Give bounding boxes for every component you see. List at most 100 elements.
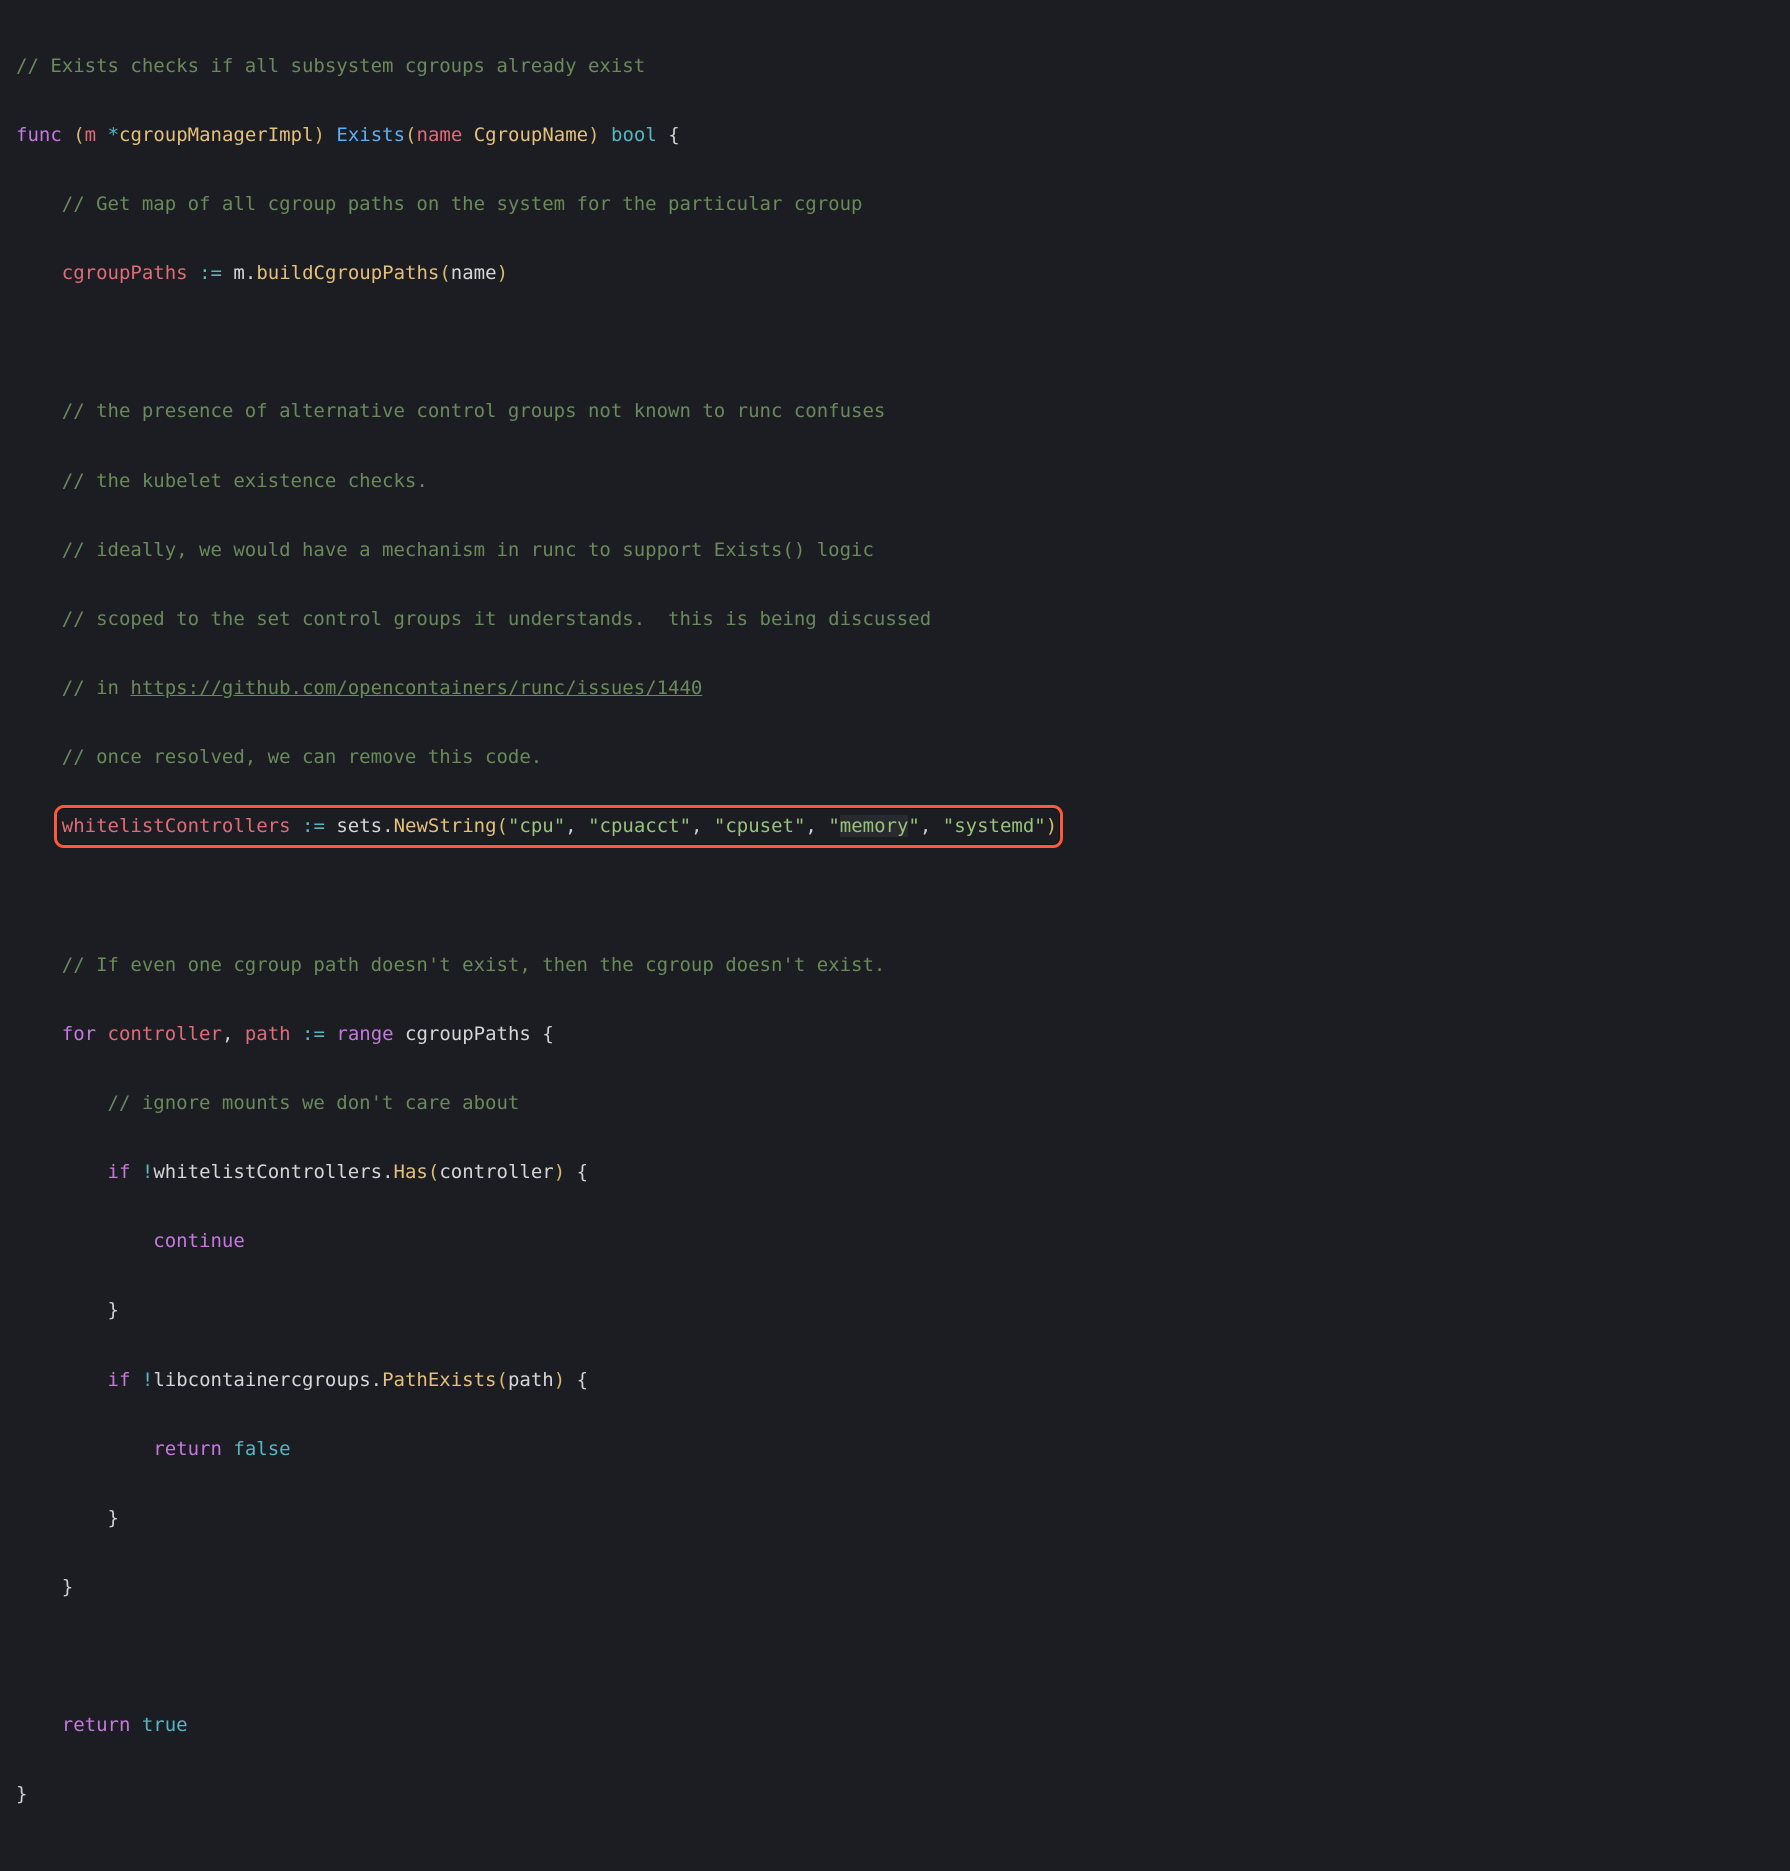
not-op: ! <box>142 1369 153 1391</box>
brace: { <box>577 1161 588 1183</box>
paren: ( <box>405 124 416 146</box>
code-editor[interactable]: // Exists checks if all subsystem cgroup… <box>0 0 1790 1871</box>
comment-text: // ignore mounts we don't care about <box>108 1092 520 1114</box>
return-type: bool <box>611 124 657 146</box>
receiver-type: cgroupManagerImpl <box>119 124 313 146</box>
brace: { <box>542 1023 553 1045</box>
comment-text: // in https://github.com/opencontainers/… <box>62 677 703 699</box>
keyword-if: if <box>108 1369 131 1391</box>
comment-text: // scoped to the set control groups it u… <box>62 608 931 630</box>
string-quote: " <box>908 815 919 837</box>
keyword-for: for <box>62 1023 96 1045</box>
keyword-return: return <box>62 1714 131 1736</box>
short-decl-op: := <box>302 1023 325 1045</box>
string-literal: "memory" <box>828 815 920 837</box>
pkg: libcontainercgroups <box>153 1369 370 1391</box>
code-line: // the presence of alternative control g… <box>16 394 1774 429</box>
code-line: // If even one cgroup path doesn't exist… <box>16 948 1774 983</box>
star-op: * <box>108 124 119 146</box>
code-line: // Exists checks if all subsystem cgroup… <box>16 49 1774 84</box>
code-line: } <box>16 1570 1774 1605</box>
arg: name <box>451 262 497 284</box>
paren: ( <box>428 1161 439 1183</box>
paren: ) <box>314 124 325 146</box>
code-line: continue <box>16 1224 1774 1259</box>
code-line: // Get map of all cgroup paths on the sy… <box>16 187 1774 222</box>
code-line: } <box>16 1293 1774 1328</box>
paren: ( <box>497 1369 508 1391</box>
param-name: name <box>417 124 463 146</box>
comment-link[interactable]: https://github.com/opencontainers/runc/i… <box>130 677 702 699</box>
code-line: // in https://github.com/opencontainers/… <box>16 671 1774 706</box>
keyword-return: return <box>153 1438 222 1460</box>
receiver-var: m <box>85 124 96 146</box>
brace: } <box>62 1576 73 1598</box>
string-literal: "cpu" <box>508 815 565 837</box>
string-quote: " <box>828 815 839 837</box>
code-line: // scoped to the set control groups it u… <box>16 602 1774 637</box>
not-op: ! <box>142 1161 153 1183</box>
bool-false: false <box>233 1438 290 1460</box>
comma: , <box>565 815 588 837</box>
code-line: for controller, path := range cgroupPath… <box>16 1017 1774 1052</box>
arg: path <box>508 1369 554 1391</box>
blank-line <box>16 878 1774 913</box>
comma: , <box>222 1023 245 1045</box>
comment-text: // If even one cgroup path doesn't exist… <box>62 954 886 976</box>
code-line: // the kubelet existence checks. <box>16 464 1774 499</box>
arg: controller <box>439 1161 553 1183</box>
comment-text: // once resolved, we can remove this cod… <box>62 746 542 768</box>
brace: } <box>16 1783 27 1805</box>
dot: . <box>382 815 393 837</box>
code-line: // once resolved, we can remove this cod… <box>16 740 1774 775</box>
brace: } <box>108 1507 119 1529</box>
loop-var: path <box>245 1023 291 1045</box>
dot: . <box>371 1369 382 1391</box>
brace: } <box>108 1299 119 1321</box>
short-decl-op: := <box>302 815 325 837</box>
code-line: return false <box>16 1432 1774 1467</box>
code-line: if !whitelistControllers.Has(controller)… <box>16 1155 1774 1190</box>
code-line: } <box>16 1777 1774 1812</box>
paren: ) <box>497 262 508 284</box>
func-call: PathExists <box>382 1369 496 1391</box>
keyword-if: if <box>108 1161 131 1183</box>
pkg: sets <box>336 815 382 837</box>
code-line-highlighted: whitelistControllers := sets.NewString("… <box>16 809 1774 844</box>
short-decl-op: := <box>199 262 222 284</box>
ident: m <box>233 262 244 284</box>
paren: ) <box>588 124 599 146</box>
ident: whitelistControllers <box>153 1161 382 1183</box>
function-name: Exists <box>336 124 405 146</box>
comma: , <box>805 815 828 837</box>
paren: ) <box>554 1161 565 1183</box>
bool-true: true <box>142 1714 188 1736</box>
comment-text: // Get map of all cgroup paths on the sy… <box>62 193 863 215</box>
paren: ) <box>1046 815 1057 837</box>
var-name: cgroupPaths <box>62 262 188 284</box>
selection-highlight: memory <box>840 815 909 837</box>
string-literal: "cpuset" <box>714 815 806 837</box>
comment-prefix: // in <box>62 677 131 699</box>
code-line: cgroupPaths := m.buildCgroupPaths(name) <box>16 256 1774 291</box>
code-line: } <box>16 1501 1774 1536</box>
code-line: // ignore mounts we don't care about <box>16 1086 1774 1121</box>
paren: ( <box>439 262 450 284</box>
comma: , <box>920 815 943 837</box>
blank-line <box>16 1639 1774 1674</box>
dot: . <box>382 1161 393 1183</box>
method-call: Has <box>394 1161 428 1183</box>
func-call: NewString <box>394 815 497 837</box>
comment-text: // the kubelet existence checks. <box>62 470 428 492</box>
keyword-func: func <box>16 124 62 146</box>
code-line: func (m *cgroupManagerImpl) Exists(name … <box>16 118 1774 153</box>
comment-text: // ideally, we would have a mechanism in… <box>62 539 874 561</box>
paren: ( <box>73 124 84 146</box>
comma: , <box>691 815 714 837</box>
loop-var: controller <box>108 1023 222 1045</box>
param-type: CgroupName <box>474 124 588 146</box>
brace: { <box>577 1369 588 1391</box>
brace: { <box>668 124 679 146</box>
highlight-annotation: whitelistControllers := sets.NewString("… <box>62 809 1057 844</box>
comment-text: // the presence of alternative control g… <box>62 400 886 422</box>
